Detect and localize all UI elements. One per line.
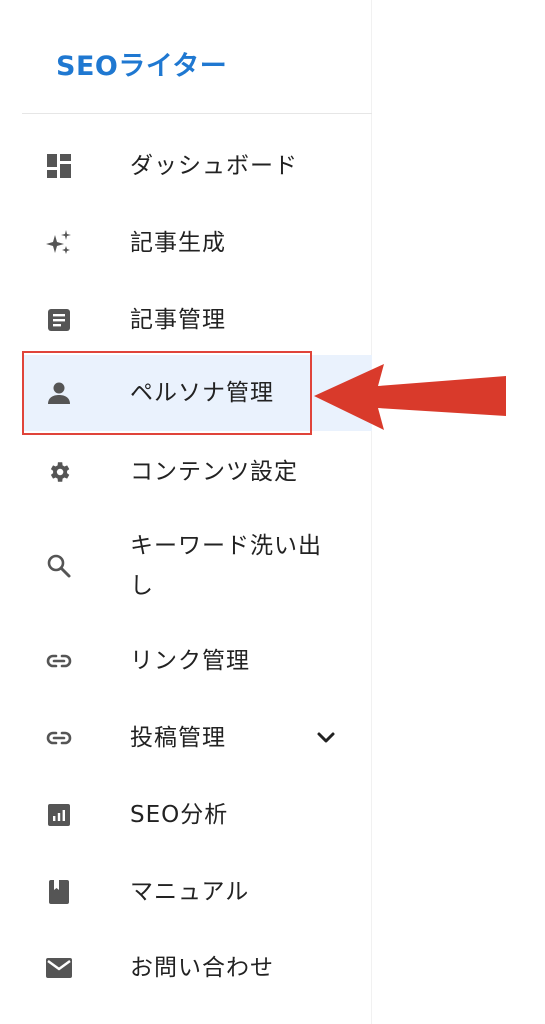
sidebar-item-label: ペルソナ管理	[130, 380, 274, 406]
link-icon	[44, 646, 74, 676]
sidebar-item-label: コンテンツ設定	[130, 459, 298, 485]
chevron-down-icon[interactable]	[314, 726, 338, 750]
mail-icon	[44, 953, 74, 983]
sidebar-item-label: お問い合わせ	[130, 955, 274, 981]
person-icon	[44, 378, 74, 408]
sidebar: SEOライター ダッシュボード 記事生成 記事管理 ペルソナ管理 コンテンツ設定…	[0, 0, 372, 1024]
annotation-arrow-icon	[314, 364, 506, 430]
dashboard-icon	[44, 151, 74, 181]
sidebar-item-label: ダッシュボード	[130, 153, 298, 179]
sidebar-item-keyword-research[interactable]: キーワード洗い出 し	[22, 528, 372, 604]
sidebar-item-seo-analysis[interactable]: SEO分析	[22, 795, 372, 835]
sidebar-item-label: SEO分析	[130, 802, 229, 828]
sidebar-item-dashboard[interactable]: ダッシュボード	[22, 146, 372, 186]
sidebar-item-label: リンク管理	[130, 648, 250, 674]
sparkle-icon	[44, 228, 74, 258]
sidebar-item-label: 記事管理	[130, 307, 226, 333]
analytics-icon	[44, 800, 74, 830]
app-title[interactable]: SEOライター	[56, 44, 227, 83]
sidebar-item-post-management[interactable]: 投稿管理	[22, 718, 372, 758]
gear-icon	[44, 457, 74, 487]
sidebar-item-label: マニュアル	[130, 879, 250, 905]
sidebar-item-article-generation[interactable]: 記事生成	[22, 223, 372, 263]
sidebar-item-label: キーワード洗い出	[130, 533, 322, 559]
sidebar-item-content-settings[interactable]: コンテンツ設定	[22, 452, 372, 492]
link-icon	[44, 723, 74, 753]
sidebar-item-link-management[interactable]: リンク管理	[22, 641, 372, 681]
sidebar-item-manual[interactable]: マニュアル	[22, 872, 372, 912]
sidebar-item-label: 投稿管理	[130, 725, 226, 751]
sidebar-item-label-continued: し	[130, 573, 154, 599]
sidebar-item-contact[interactable]: お問い合わせ	[22, 948, 372, 988]
sidebar-item-article-management[interactable]: 記事管理	[22, 300, 372, 340]
sidebar-item-label: 記事生成	[130, 230, 226, 256]
book-icon	[44, 877, 74, 907]
search-icon	[44, 551, 74, 581]
divider	[22, 113, 372, 114]
article-icon	[44, 305, 74, 335]
